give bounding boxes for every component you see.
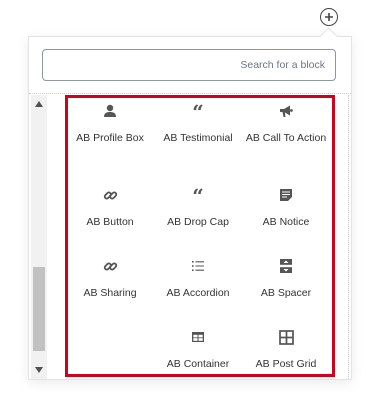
megaphone-icon [280, 105, 293, 117]
block-item-profile-box[interactable]: AB Profile Box [66, 102, 154, 144]
add-block-button[interactable] [320, 8, 338, 26]
panel-edge [348, 95, 349, 379]
block-item-post-grid[interactable]: AB Post Grid [242, 328, 330, 370]
scroll-up-button[interactable] [31, 97, 47, 111]
block-inserter-popover: AB Profile Box “ AB Testimonial AB Call … [28, 36, 352, 380]
block-label: AB Profile Box [76, 132, 144, 144]
block-label: AB Button [86, 216, 134, 228]
quote-icon: “ [192, 184, 204, 208]
block-label: AB Testimonial [163, 132, 233, 144]
block-item-call-to-action[interactable]: AB Call To Action [242, 102, 330, 144]
triangle-up-icon [35, 101, 43, 107]
block-label: AB Spacer [260, 287, 312, 299]
block-item-drop-cap[interactable]: “ AB Drop Cap [154, 186, 242, 228]
scrollbar[interactable] [31, 95, 47, 379]
block-item-button[interactable]: AB Button [66, 186, 154, 228]
spacer-icon [280, 259, 292, 273]
block-item-sharing[interactable]: AB Sharing [66, 257, 154, 299]
block-label: AB Post Grid [255, 358, 317, 370]
block-item-accordion[interactable]: AB Accordion [154, 257, 242, 299]
block-item-spacer[interactable]: AB Spacer [242, 257, 330, 299]
block-item-testimonial[interactable]: “ AB Testimonial [154, 102, 242, 144]
divider [29, 93, 351, 94]
block-label: AB Container [166, 358, 230, 370]
link-icon [103, 262, 117, 270]
scroll-down-button[interactable] [31, 363, 47, 377]
search-box[interactable] [42, 49, 336, 81]
quote-icon: “ [192, 100, 204, 124]
block-label: AB Call To Action [245, 132, 327, 144]
list-icon [192, 261, 204, 271]
link-icon [103, 191, 117, 199]
search-input[interactable] [43, 50, 335, 80]
block-item-container[interactable]: AB Container [154, 328, 242, 370]
block-label: AB Sharing [83, 287, 137, 299]
note-icon [280, 189, 292, 201]
triangle-down-icon [35, 367, 43, 373]
block-label: AB Drop Cap [167, 216, 229, 228]
grid-icon [278, 329, 294, 345]
table-icon [192, 332, 204, 342]
block-label: AB Accordion [166, 287, 230, 299]
scrollbar-thumb[interactable] [33, 267, 45, 351]
person-icon [104, 104, 116, 117]
plus-icon [325, 13, 333, 21]
block-label: AB Notice [262, 216, 310, 228]
block-item-notice[interactable]: AB Notice [242, 186, 330, 228]
